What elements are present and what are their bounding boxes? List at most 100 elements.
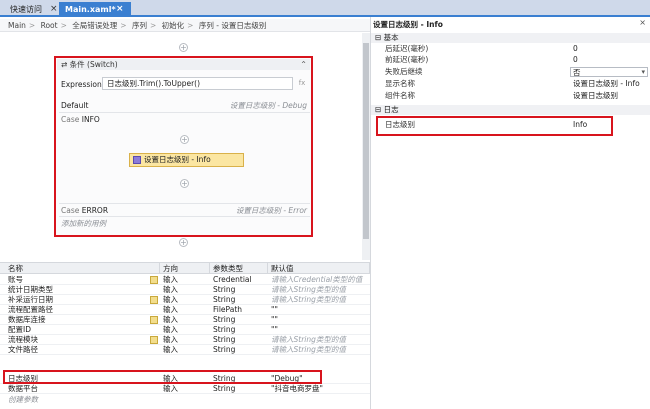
arg-direction[interactable]: 输入 xyxy=(160,305,210,315)
arg-direction[interactable]: 输入 xyxy=(160,345,210,355)
table-row[interactable]: 文件路径 输入 String 请输入String类型的值 xyxy=(0,345,370,355)
arg-name[interactable]: 统计日期类型 xyxy=(5,285,160,295)
close-icon[interactable]: × xyxy=(116,2,124,17)
create-argument-link[interactable]: 创建参数 xyxy=(8,394,38,405)
fx-icon[interactable]: fx xyxy=(296,77,308,90)
arg-direction[interactable]: 输入 xyxy=(160,285,210,295)
table-row[interactable]: 配置ID 输入 String "" xyxy=(0,325,370,335)
folder-icon xyxy=(150,296,158,304)
add-activity-icon[interactable]: + xyxy=(180,135,189,144)
arg-direction[interactable]: 输入 xyxy=(160,295,210,305)
add-activity-icon[interactable]: + xyxy=(179,238,188,247)
arg-default[interactable]: "抖音电商罗盘" xyxy=(268,384,370,394)
table-row[interactable]: 数据库连接 输入 String "" xyxy=(0,315,370,325)
arg-type[interactable]: String xyxy=(210,315,268,325)
arg-type[interactable]: Credential xyxy=(210,275,268,285)
arg-type[interactable]: FilePath xyxy=(210,305,268,315)
switch-header[interactable]: ⇄ 条件 (Switch) ⌃ xyxy=(57,59,310,70)
category-log[interactable]: ⊟ 日志 xyxy=(371,105,650,115)
collapse-icon[interactable]: ⊟ xyxy=(375,33,384,42)
arg-default[interactable]: 请输入Credential类型的值 xyxy=(268,275,370,285)
table-row[interactable]: 数据平台 输入 String "抖音电商罗盘" xyxy=(0,384,370,394)
property-value[interactable]: 0 xyxy=(573,44,578,54)
scrollbar-thumb[interactable] xyxy=(363,43,369,239)
expression-input[interactable]: 日志级别.Trim().ToUpper() xyxy=(102,77,293,90)
table-row[interactable]: 流程配置路径 输入 FilePath "" xyxy=(0,305,370,315)
breadcrumb-item[interactable]: Main xyxy=(8,21,26,30)
case-row-error[interactable]: Case ERROR 设置日志级别 - Error xyxy=(61,205,307,216)
add-activity-icon[interactable]: + xyxy=(179,43,188,52)
property-value[interactable]: 设置日志级别 xyxy=(573,91,618,101)
switch-activity[interactable]: ⇄ 条件 (Switch) ⌃ Expression 日志级别.Trim().T… xyxy=(54,56,313,237)
case-label: Case INFO xyxy=(61,114,100,125)
property-row[interactable]: 后延迟(毫秒) 0 xyxy=(371,44,650,54)
arg-type[interactable]: String xyxy=(210,325,268,335)
arg-default[interactable]: "" xyxy=(268,325,370,335)
arg-name[interactable]: 补采运行日期 xyxy=(5,295,160,305)
arg-direction[interactable]: 输入 xyxy=(160,275,210,285)
close-icon[interactable]: × xyxy=(639,18,646,27)
breadcrumb-item[interactable]: Root xyxy=(41,21,58,30)
arg-direction[interactable]: 输入 xyxy=(160,335,210,345)
highlight-frame xyxy=(376,116,613,136)
arg-name[interactable]: 配置ID xyxy=(5,325,160,335)
property-value[interactable]: 0 xyxy=(573,55,578,65)
breadcrumb-item[interactable]: 序列 xyxy=(132,21,147,30)
chevron-right-icon: > xyxy=(120,21,127,30)
arg-type[interactable]: String xyxy=(210,295,268,305)
breadcrumb-item[interactable]: 全局错误处理 xyxy=(72,21,117,30)
arg-direction[interactable]: 输入 xyxy=(160,384,210,394)
arg-default[interactable]: 请输入String类型的值 xyxy=(268,335,370,345)
property-row[interactable]: 显示名称 设置日志级别 - Info xyxy=(371,79,650,89)
add-activity-icon[interactable]: + xyxy=(180,179,189,188)
arg-name[interactable]: 数据平台 xyxy=(5,384,160,394)
property-value[interactable]: 设置日志级别 - Info xyxy=(573,79,640,89)
table-row[interactable]: 流程模块 输入 String 请输入String类型的值 xyxy=(0,335,370,345)
close-icon[interactable]: × xyxy=(50,2,58,17)
highlight-frame xyxy=(3,370,322,384)
activity-set-log-level-info[interactable]: 设置日志级别 - Info xyxy=(129,153,244,167)
arg-type[interactable]: String xyxy=(210,335,268,345)
case-label: Case ERROR xyxy=(61,205,108,216)
arg-name[interactable]: 流程模块 xyxy=(5,335,160,345)
table-row[interactable]: 账号 输入 Credential 请输入Credential类型的值 xyxy=(0,275,370,285)
continue-on-error-select[interactable]: 否 xyxy=(570,67,648,77)
add-case-link[interactable]: 添加新的用例 xyxy=(61,218,106,229)
arguments-panel: 名称 方向 参数类型 默认值 账号 输入 Credential 请输入Crede… xyxy=(0,262,370,409)
column-header-name[interactable]: 名称 xyxy=(5,263,160,274)
arg-name[interactable]: 流程配置路径 xyxy=(5,305,160,315)
case-row-info[interactable]: Case INFO xyxy=(61,114,307,125)
default-case-row[interactable]: Default 设置日志级别 - Debug xyxy=(61,100,307,111)
folder-icon xyxy=(150,336,158,344)
arg-name[interactable]: 账号 xyxy=(5,275,160,285)
designer-canvas[interactable]: + ⇄ 条件 (Switch) ⌃ Expression 日志级别.Trim()… xyxy=(0,33,370,260)
arg-default[interactable]: "" xyxy=(268,305,370,315)
breadcrumb-item[interactable]: 序列 - 设置日志级别 xyxy=(199,21,266,30)
arg-default[interactable]: "" xyxy=(268,315,370,325)
tab-main-xaml[interactable]: Main.xaml* × xyxy=(59,2,131,17)
chevron-right-icon: > xyxy=(187,21,194,30)
table-row[interactable]: 统计日期类型 输入 String 请输入String类型的值 xyxy=(0,285,370,295)
table-row[interactable]: 补采运行日期 输入 String 请输入String类型的值 xyxy=(0,295,370,305)
arg-direction[interactable]: 输入 xyxy=(160,325,210,335)
column-header-default[interactable]: 默认值 xyxy=(268,263,370,274)
arg-direction[interactable]: 输入 xyxy=(160,315,210,325)
arg-default[interactable]: 请输入String类型的值 xyxy=(268,295,370,305)
breadcrumb-item[interactable]: 初始化 xyxy=(162,21,185,30)
arg-default[interactable]: 请输入String类型的值 xyxy=(268,345,370,355)
arg-type[interactable]: String xyxy=(210,384,268,394)
property-row[interactable]: 失败后继续 否 xyxy=(371,67,650,77)
collapse-icon[interactable]: ⌃ xyxy=(300,59,307,70)
column-header-direction[interactable]: 方向 xyxy=(160,263,210,274)
arg-type[interactable]: String xyxy=(210,345,268,355)
arg-name[interactable]: 文件路径 xyxy=(5,345,160,355)
collapse-icon[interactable]: ⊟ xyxy=(375,105,384,114)
column-header-type[interactable]: 参数类型 xyxy=(210,263,268,274)
property-row[interactable]: 组件名称 设置日志级别 xyxy=(371,91,650,101)
canvas-scrollbar[interactable] xyxy=(362,33,370,260)
arg-default[interactable]: 请输入String类型的值 xyxy=(268,285,370,295)
property-row[interactable]: 前延迟(毫秒) 0 xyxy=(371,55,650,65)
arg-name[interactable]: 数据库连接 xyxy=(5,315,160,325)
arg-type[interactable]: String xyxy=(210,285,268,295)
category-basic[interactable]: ⊟ 基本 xyxy=(371,33,650,43)
